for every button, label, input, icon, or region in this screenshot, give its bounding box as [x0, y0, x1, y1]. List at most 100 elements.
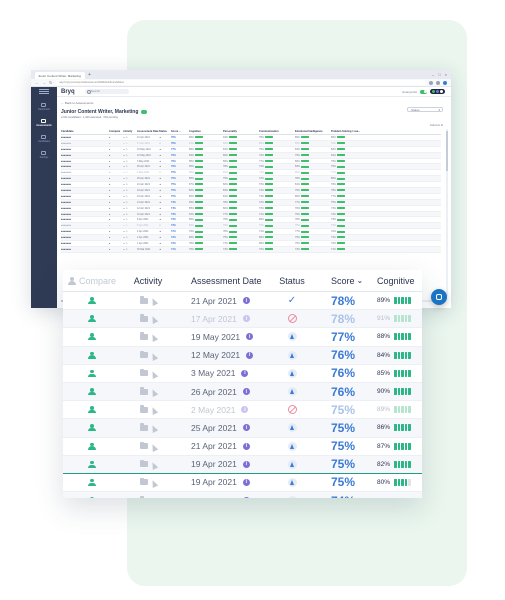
compare-icon[interactable]: ● — [109, 207, 123, 210]
info-icon[interactable]: i — [242, 424, 250, 432]
info-icon[interactable]: i — [242, 442, 250, 450]
anonymize-toggle[interactable] — [420, 89, 427, 94]
table-row[interactable]: 21 Apr 2021 i ✓ 78% 89% — [63, 292, 422, 311]
columns-button[interactable]: Columns ⚙ — [430, 124, 443, 127]
candidate-name-redacted[interactable]: ■■■■■■■ — [61, 177, 109, 180]
compare-cell[interactable] — [63, 424, 121, 432]
table-row[interactable]: ■■■■■■■ ● ▭ ↖ 30 Mar 2021 ▲ 71% 79% 74% 70% 74% 71… — [61, 246, 441, 253]
compare-icon[interactable]: ● — [109, 189, 123, 192]
table-row[interactable]: 21 Apr 2021 i 75% 87% — [63, 438, 422, 456]
folder-icon[interactable] — [139, 477, 148, 486]
info-icon[interactable]: i — [246, 351, 254, 359]
scrollbar-thumb[interactable] — [446, 131, 448, 171]
compare-cell[interactable] — [63, 388, 121, 396]
compare-candidate-icon[interactable] — [88, 424, 97, 432]
compare-icon[interactable]: ● — [109, 171, 123, 174]
browser-tab[interactable]: Junior Content Writer, Marketing — [35, 72, 85, 79]
avatar-group[interactable] — [430, 89, 445, 94]
compare-candidate-icon[interactable] — [88, 497, 97, 498]
vertical-scrollbar[interactable] — [446, 129, 448, 296]
folder-icon[interactable] — [139, 314, 148, 322]
sidebar-item-dashboard[interactable]: Dashboard — [38, 103, 50, 111]
reload-icon[interactable]: ↻ — [49, 80, 52, 85]
column-header-score[interactable]: Score ⌄ — [321, 276, 373, 286]
folder-icon[interactable] — [139, 405, 148, 413]
candidate-name-redacted[interactable]: ■■■■■■■ — [61, 218, 109, 221]
candidate-name-redacted[interactable]: ■■■■■■■ — [61, 154, 109, 157]
back-link[interactable]: ← Back to Assessments — [61, 101, 451, 105]
table-header-cell[interactable]: Compare — [109, 130, 123, 133]
compare-icon[interactable]: ● — [109, 136, 123, 139]
folder-icon[interactable] — [139, 368, 148, 377]
info-icon[interactable]: i — [242, 497, 250, 498]
sidebar-item-candidates[interactable]: Candidates — [38, 135, 50, 143]
candidate-name-redacted[interactable]: ■■■■■■■ — [61, 189, 109, 192]
compare-icon[interactable]: ● — [109, 218, 123, 221]
compare-candidate-icon[interactable] — [88, 478, 97, 486]
info-icon[interactable]: i — [246, 333, 254, 341]
column-header-cognitive[interactable]: Cognitive — [373, 276, 422, 286]
column-header-compare[interactable]: Compare — [63, 276, 121, 286]
compare-cell[interactable] — [63, 297, 121, 305]
new-tab-icon[interactable]: + — [88, 72, 91, 79]
sidebar-item-assessments[interactable]: Assessments — [36, 119, 52, 127]
info-icon[interactable]: i — [242, 478, 250, 486]
table-header-cell[interactable]: Assessment Date — [137, 130, 159, 133]
candidate-name-redacted[interactable]: ■■■■■■■ — [61, 230, 109, 233]
table-row[interactable]: 19 Apr 2021 i 75% 82% — [63, 455, 422, 474]
info-icon[interactable]: i — [241, 369, 249, 377]
menu-button[interactable] — [31, 86, 57, 97]
compare-candidate-icon[interactable] — [88, 460, 97, 468]
table-header-cell[interactable]: Activity — [123, 130, 137, 133]
compare-icon[interactable]: ● — [109, 195, 123, 198]
column-header-assessment-date[interactable]: Assessment Date — [175, 276, 263, 286]
compare-icon[interactable]: ● — [109, 165, 123, 168]
folder-icon[interactable] — [139, 350, 148, 359]
folder-icon[interactable] — [139, 423, 148, 431]
info-icon[interactable]: i — [242, 388, 250, 396]
compare-icon[interactable]: ● — [109, 201, 123, 204]
table-row[interactable]: 19 Apr 2021 i 74% — [63, 492, 422, 498]
candidate-name-redacted[interactable]: ■■■■■■■ — [61, 236, 109, 239]
compare-candidate-icon[interactable] — [88, 388, 97, 396]
extension-icon[interactable] — [436, 80, 440, 85]
table-row[interactable]: 17 Apr 2021 i 78% 91% — [63, 310, 422, 329]
candidate-name-redacted[interactable]: ■■■■■■■ — [61, 242, 109, 245]
compare-icon[interactable]: ● — [109, 230, 123, 233]
candidate-name-redacted[interactable]: ■■■■■■■ — [61, 142, 109, 145]
folder-icon[interactable] — [139, 459, 148, 468]
table-header-cell[interactable]: Problem Solving / Lea... — [331, 130, 365, 133]
compare-cell[interactable] — [63, 369, 121, 377]
folder-icon[interactable] — [139, 441, 148, 450]
status-filter-select[interactable]: Status — [407, 107, 443, 112]
profile-icon[interactable] — [443, 80, 447, 85]
compare-icon[interactable]: ● — [109, 248, 123, 251]
candidate-name-redacted[interactable]: ■■■■■■■ — [61, 201, 109, 204]
compare-cell[interactable] — [63, 442, 121, 450]
compare-cell[interactable] — [63, 315, 121, 323]
compare-icon[interactable]: ● — [109, 213, 123, 216]
compare-cell[interactable] — [63, 460, 121, 468]
info-icon[interactable]: i — [241, 406, 249, 414]
compare-candidate-icon[interactable] — [88, 442, 97, 450]
table-row[interactable]: 25 Apr 2021 i 75% 86% — [63, 419, 422, 438]
candidate-name-redacted[interactable]: ■■■■■■■ — [61, 207, 109, 210]
table-header-cell[interactable]: Cognitive — [189, 130, 223, 133]
table-header-cell[interactable]: Emotional Intelligence — [295, 130, 331, 133]
compare-candidate-icon[interactable] — [88, 406, 97, 414]
compare-icon[interactable]: ● — [109, 177, 123, 180]
info-icon[interactable]: i — [242, 297, 250, 305]
compare-icon[interactable]: ● — [109, 148, 123, 151]
table-row[interactable]: 3 May 2021 i 76% 85% — [63, 365, 422, 383]
extension-icon[interactable] — [429, 80, 433, 85]
info-icon[interactable]: i — [242, 315, 250, 323]
compare-icon[interactable]: ● — [109, 154, 123, 157]
address-bar[interactable]: app.bryq.com/reports/assessment/6d6b0e4d… — [55, 80, 426, 85]
table-header-cell[interactable]: Personality — [223, 130, 259, 133]
close-icon[interactable]: × — [445, 71, 447, 79]
candidate-name-redacted[interactable]: ■■■■■■■ — [61, 160, 109, 163]
compare-cell[interactable] — [63, 478, 121, 486]
minimize-icon[interactable]: – — [432, 71, 434, 79]
compare-candidate-icon[interactable] — [88, 351, 97, 359]
maximize-icon[interactable]: □ — [438, 71, 440, 79]
